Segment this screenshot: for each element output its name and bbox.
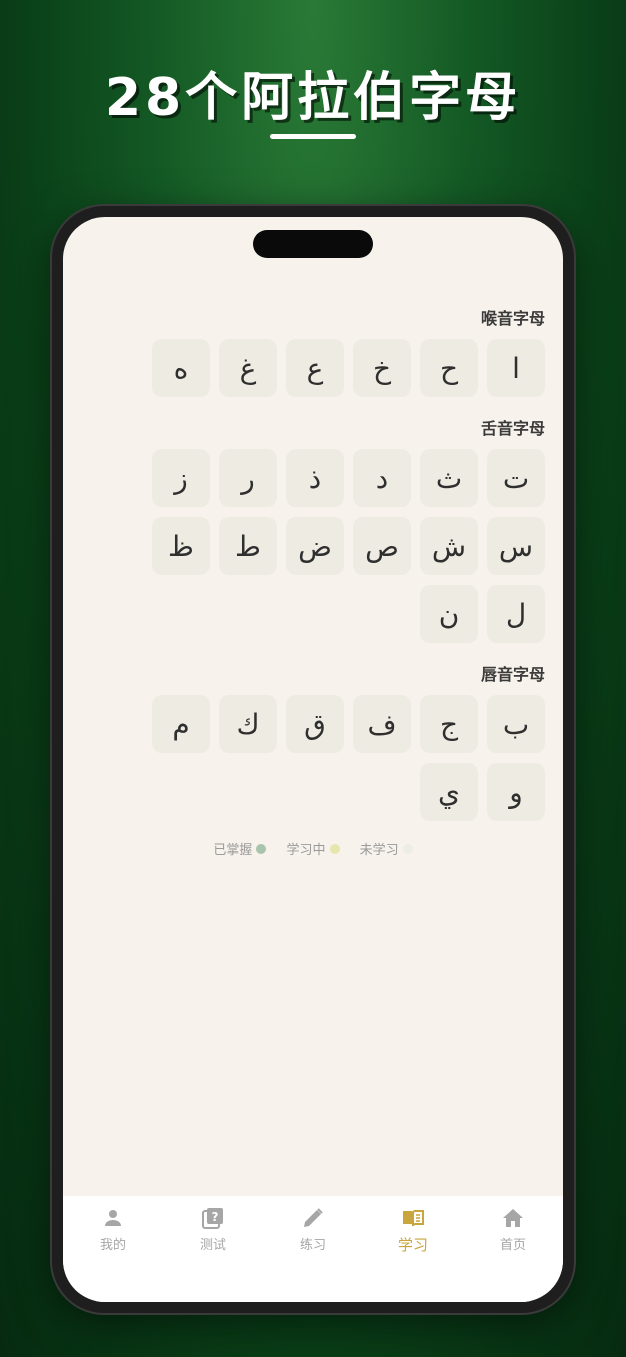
letter-tile[interactable]: د [353, 449, 411, 507]
letter-grid: احخعغه [144, 339, 545, 397]
letter-tile[interactable]: ذ [286, 449, 344, 507]
letter-tile[interactable]: ك [219, 695, 277, 753]
letter-tile[interactable]: ن [420, 585, 478, 643]
headline-underline [270, 134, 356, 139]
section-tongue: 舌音字母 تثدذرز سشصضطظ لن [63, 417, 545, 643]
letter-tile[interactable]: ش [420, 517, 478, 575]
tab-label: 首页 [499, 1238, 526, 1253]
tab-practice[interactable]: 练习 [263, 1196, 363, 1302]
letter-tile[interactable]: ب [487, 695, 545, 753]
letter-tile[interactable]: ر [219, 449, 277, 507]
section-title: 唇音字母 [480, 665, 545, 684]
letter-tile[interactable]: ي [420, 763, 478, 821]
section-title: 喉音字母 [480, 309, 545, 328]
letter-tile[interactable]: غ [219, 339, 277, 397]
letter-tile[interactable]: ظ [152, 517, 210, 575]
letter-tile[interactable]: م [152, 695, 210, 753]
legend-dot [256, 843, 267, 854]
letter-tile[interactable]: ع [286, 339, 344, 397]
legend-learning: 学习中 [286, 839, 340, 858]
letter-tile[interactable]: ل [487, 585, 545, 643]
promo-headline: 28个阿拉伯字母 [104, 68, 522, 128]
tab-test[interactable]: ? 测试 [163, 1196, 263, 1302]
tab-mine[interactable]: 我的 [63, 1196, 163, 1302]
tab-learn[interactable]: 学习 [363, 1196, 463, 1302]
book-icon [403, 1210, 424, 1227]
letter-tile[interactable]: ف [353, 695, 411, 753]
tab-label: 测试 [199, 1238, 226, 1253]
pencil-icon [304, 1208, 323, 1227]
legend-unlearned: 未学习 [360, 839, 413, 858]
letter-tile[interactable]: ح [420, 339, 478, 397]
letter-tile[interactable]: و [487, 763, 545, 821]
bottom-tab-bar: 我的 ? 测试 练习 学习 首页 [63, 1196, 563, 1302]
phone-frame: 喉音字母 احخعغه 舌音字母 تثدذرز سشصضطظ لن 唇音字母 بجف… [52, 206, 574, 1313]
section-guttural: 喉音字母 احخعغه [63, 307, 545, 397]
home-icon [503, 1209, 523, 1227]
legend-label: 学习中 [286, 843, 326, 858]
dynamic-island [253, 230, 373, 258]
tab-label: 学习 [397, 1236, 428, 1254]
tab-home[interactable]: 首页 [463, 1196, 563, 1302]
section-labial: 唇音字母 بجفقكم وي [63, 663, 545, 821]
letter-tile[interactable]: ه [152, 339, 210, 397]
letter-tile[interactable]: ط [219, 517, 277, 575]
letter-tile[interactable]: ض [286, 517, 344, 575]
letter-tile[interactable]: ج [420, 695, 478, 753]
letter-tile[interactable]: ق [286, 695, 344, 753]
letter-tile[interactable]: ث [420, 449, 478, 507]
letter-tile[interactable]: س [487, 517, 545, 575]
tab-label: 练习 [299, 1238, 326, 1253]
legend-dot [402, 843, 413, 854]
progress-legend: 已掌握 学习中 未学习 [63, 839, 563, 858]
letter-tile[interactable]: ص [353, 517, 411, 575]
legend-label: 已掌握 [213, 843, 253, 858]
person-icon [105, 1210, 121, 1226]
tab-label: 我的 [99, 1238, 126, 1253]
legend-label: 未学习 [359, 843, 399, 858]
quiz-icon: ? [202, 1208, 223, 1229]
letter-grid: تثدذرز سشصضطظ لن [144, 449, 545, 643]
svg-text:?: ? [212, 1210, 219, 1224]
letter-tile[interactable]: ا [487, 339, 545, 397]
legend-dot [329, 843, 340, 854]
letter-tile[interactable]: ت [487, 449, 545, 507]
legend-mastered: 已掌握 [213, 839, 267, 858]
section-title: 舌音字母 [480, 419, 545, 438]
letter-tile[interactable]: خ [353, 339, 411, 397]
letter-tile[interactable]: ز [152, 449, 210, 507]
app-screen: 喉音字母 احخعغه 舌音字母 تثدذرز سشصضطظ لن 唇音字母 بجف… [63, 217, 563, 1302]
letter-grid: بجفقكم وي [144, 695, 545, 821]
